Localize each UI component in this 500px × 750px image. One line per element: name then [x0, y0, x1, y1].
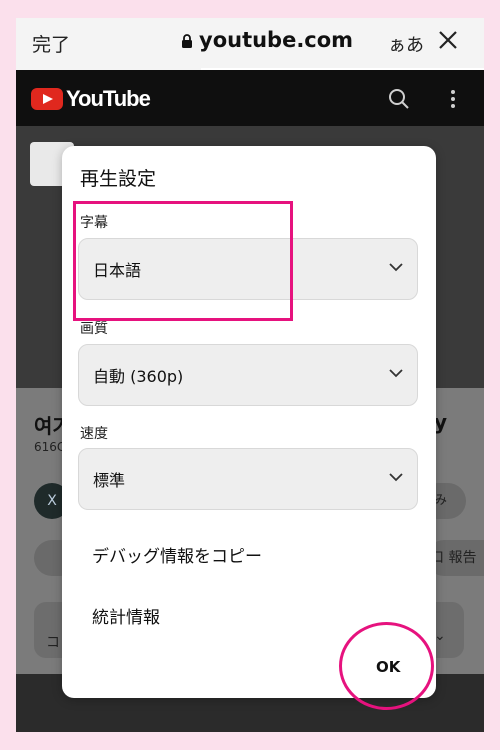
youtube-header: YouTube — [16, 70, 484, 126]
comments-label-fragment: コ — [46, 635, 60, 651]
done-button[interactable]: 完了 — [32, 30, 70, 57]
view-count-fragment: 616C — [34, 440, 66, 454]
speed-label: 速度 — [80, 426, 108, 442]
youtube-logo[interactable]: YouTube — [31, 86, 151, 112]
copy-debug-info-button[interactable]: デバッグ情報をコピー — [92, 542, 262, 567]
speed-select[interactable]: 標準 — [78, 448, 418, 510]
url-text: youtube.com — [199, 28, 354, 52]
chevron-down-icon — [389, 369, 403, 378]
search-icon[interactable] — [388, 88, 410, 110]
stats-for-nerds-button[interactable]: 統計情報 — [92, 603, 160, 628]
quality-value: 自動 (360p) — [93, 367, 184, 386]
dialog-title: 再生設定 — [80, 168, 157, 190]
highlight-box — [73, 201, 293, 321]
quality-select[interactable]: 自動 (360p) — [78, 344, 418, 406]
highlight-circle — [339, 622, 434, 710]
chevron-down-icon — [389, 473, 403, 482]
browser-toolbar: 完了 youtube.com ぁあ — [16, 18, 484, 71]
lock-icon — [182, 33, 192, 48]
close-icon[interactable] — [436, 28, 460, 52]
youtube-wordmark: YouTube — [66, 86, 151, 111]
speed-value: 標準 — [93, 471, 126, 490]
quality-label: 画質 — [80, 321, 108, 337]
address-bar[interactable]: youtube.com — [181, 28, 353, 52]
chevron-down-icon — [389, 263, 403, 272]
more-vertical-icon[interactable] — [448, 88, 458, 110]
text-size-button[interactable]: ぁあ — [388, 31, 424, 57]
youtube-play-icon — [31, 88, 63, 110]
